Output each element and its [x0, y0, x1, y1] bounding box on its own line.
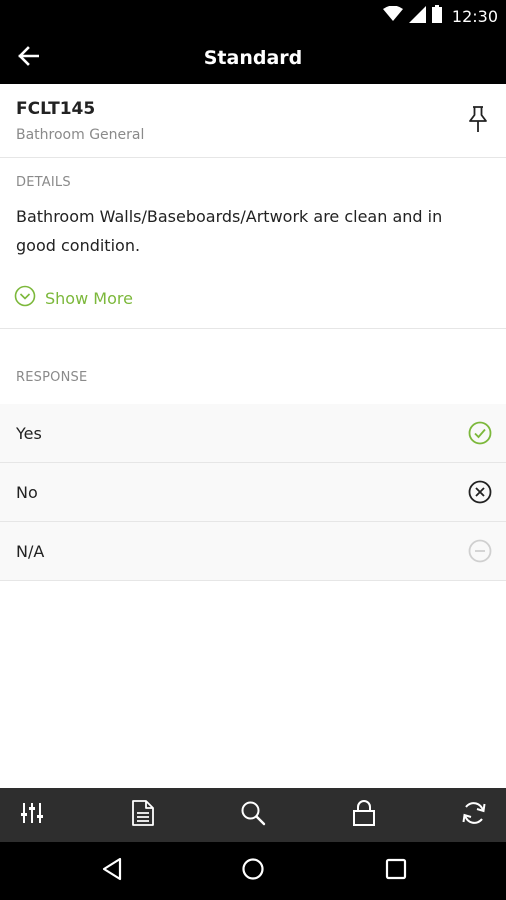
sync-button[interactable] — [460, 801, 488, 829]
system-recents-button[interactable] — [381, 856, 411, 886]
chevron-down-circle-icon — [14, 285, 36, 311]
system-home-button[interactable] — [238, 856, 268, 886]
details-label: DETAILS — [16, 175, 71, 190]
pin-button[interactable] — [464, 106, 492, 136]
response-option-label: N/A — [16, 542, 45, 561]
document-button[interactable] — [129, 800, 157, 830]
status-icons: 12:30 — [382, 0, 498, 32]
wifi-icon — [382, 5, 403, 26]
response-header: RESPONSE — [0, 329, 506, 404]
status-time: 12:30 — [451, 6, 498, 26]
home-circle-icon — [241, 857, 265, 885]
lock-icon — [352, 800, 376, 830]
response-list: Yes No N/A — [0, 404, 506, 581]
system-nav-bar — [0, 842, 506, 900]
page-title: Standard — [203, 47, 303, 69]
recents-square-icon — [385, 858, 407, 884]
minus-circle-icon — [468, 539, 492, 563]
item-category: Bathroom General — [16, 127, 145, 143]
response-option-no[interactable]: No — [0, 463, 506, 522]
back-triangle-icon — [101, 857, 123, 885]
search-button[interactable] — [239, 801, 267, 829]
details-section: DETAILS Bathroom Walls/Baseboards/Artwor… — [0, 158, 506, 329]
response-option-na[interactable]: N/A — [0, 522, 506, 581]
show-more-label: Show More — [45, 288, 133, 308]
battery-icon — [431, 5, 442, 27]
system-back-button[interactable] — [97, 856, 127, 886]
response-label: RESPONSE — [16, 370, 88, 385]
response-option-label: No — [16, 483, 38, 502]
back-button[interactable] — [8, 38, 48, 78]
lock-button[interactable] — [350, 800, 378, 830]
filter-button[interactable] — [18, 801, 46, 829]
arrow-left-icon — [17, 46, 40, 70]
cell-signal-icon — [408, 5, 426, 27]
bottom-toolbar — [0, 788, 506, 842]
details-text: Bathroom Walls/Baseboards/Artwork are cl… — [16, 207, 443, 255]
document-icon — [131, 800, 155, 830]
item-header: FCLT145 Bathroom General — [0, 84, 506, 158]
sliders-icon — [19, 801, 45, 829]
x-circle-icon — [468, 480, 492, 504]
status-bar: 12:30 — [0, 0, 506, 32]
app-bar: Standard — [0, 32, 506, 84]
show-more-button[interactable]: Show More — [14, 285, 133, 311]
response-option-label: Yes — [16, 424, 42, 443]
search-icon — [240, 800, 266, 830]
item-code: FCLT145 — [16, 99, 96, 119]
refresh-icon — [461, 800, 487, 830]
response-option-yes[interactable]: Yes — [0, 404, 506, 463]
check-circle-icon — [468, 421, 492, 445]
pushpin-icon — [467, 105, 489, 137]
